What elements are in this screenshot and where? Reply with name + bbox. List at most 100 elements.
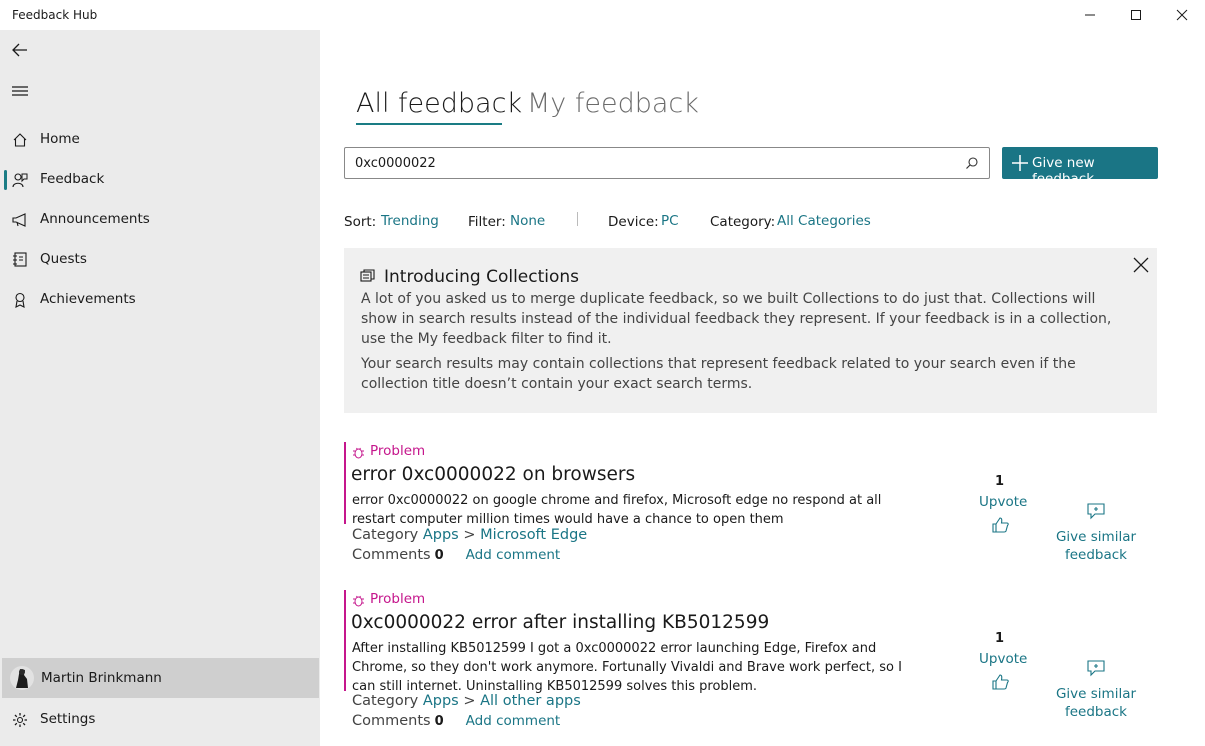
feedback-item[interactable]: Problem error 0xc0000022 on browsers err…	[344, 442, 1164, 570]
minimize-button[interactable]	[1067, 0, 1113, 30]
breadcrumb-separator: >	[463, 693, 476, 709]
user-name: Martin Brinkmann	[41, 670, 162, 686]
sidebar-item-quests[interactable]: Quests	[0, 242, 320, 278]
close-button[interactable]	[1159, 0, 1205, 30]
problem-indicator	[344, 590, 346, 691]
category-label: Category	[352, 527, 419, 543]
sidebar-item-label: Feedback	[40, 171, 105, 187]
feedback-title[interactable]: error 0xc0000022 on browsers	[351, 464, 635, 485]
feedback-title[interactable]: 0xc0000022 error after installing KB5012…	[351, 612, 769, 633]
search-input[interactable]: 0xc0000022	[344, 147, 990, 179]
collections-banner: Introducing Collections A lot of you ask…	[344, 248, 1157, 413]
sidebar-item-settings[interactable]: Settings	[0, 702, 320, 738]
ribbon-icon	[15, 292, 25, 308]
category-label: Category	[352, 693, 419, 709]
title-bar: Feedback Hub	[0, 0, 1205, 30]
filter-label: Filter:	[468, 214, 506, 230]
sidebar-item-announcements[interactable]: Announcements	[0, 202, 320, 238]
problem-indicator	[344, 442, 346, 524]
sidebar-item-home[interactable]: Home	[0, 122, 320, 158]
sidebar-item-label: Quests	[40, 251, 87, 267]
close-icon	[1176, 9, 1188, 21]
sidebar-user-account[interactable]: Martin Brinkmann	[2, 658, 319, 698]
sidebar-item-achievements[interactable]: Achievements	[0, 282, 320, 318]
search-icon[interactable]	[965, 156, 979, 170]
banner-text: Your search results may contain collecti…	[361, 356, 1076, 392]
category-label: Category:	[710, 214, 776, 230]
active-tab-indicator	[356, 123, 502, 125]
menu-button[interactable]	[6, 77, 34, 105]
collections-icon	[360, 269, 375, 282]
maximize-button[interactable]	[1113, 0, 1159, 30]
banner-text: A lot of you asked us to merge duplicate…	[361, 291, 1112, 347]
plus-icon	[1012, 155, 1028, 171]
tab-my-feedback[interactable]: My feedback	[527, 88, 699, 119]
upvote-button[interactable]: Upvote	[979, 494, 1027, 510]
bug-icon	[353, 447, 364, 459]
gear-icon	[13, 713, 27, 727]
filter-dropdown[interactable]: None	[510, 213, 545, 229]
selection-indicator	[4, 170, 7, 190]
back-arrow-icon	[12, 43, 27, 57]
comments-count: 0	[434, 548, 444, 563]
feedback-category: Category Apps > Microsoft Edge	[352, 527, 587, 543]
close-icon[interactable]	[1132, 256, 1150, 274]
maximize-icon	[1131, 10, 1141, 20]
feedback-comments: Comments 0 Add comment	[352, 713, 560, 729]
comments-label: Comments	[352, 547, 431, 563]
sidebar-item-label: Announcements	[40, 211, 150, 227]
sidebar-item-label: Achievements	[40, 291, 136, 307]
sidebar-item-label: Home	[40, 131, 80, 147]
feedback-icon	[12, 173, 28, 188]
upvote-count: 1	[995, 631, 1005, 646]
give-similar-feedback-button[interactable]: Give similar feedback	[1051, 685, 1141, 721]
home-icon	[13, 133, 27, 147]
subcategory-link[interactable]: All other apps	[480, 693, 581, 709]
device-dropdown[interactable]: PC	[661, 213, 679, 229]
chat-bubble-icon[interactable]	[1087, 502, 1105, 520]
upvote-count: 1	[995, 474, 1005, 489]
megaphone-icon	[12, 213, 26, 227]
breadcrumb-separator: >	[463, 527, 476, 543]
bug-icon	[353, 595, 364, 607]
thumbs-up-icon[interactable]	[992, 673, 1010, 691]
category-link[interactable]: Apps	[423, 693, 459, 709]
category-link[interactable]: Apps	[423, 527, 459, 543]
sort-dropdown[interactable]: Trending	[381, 213, 439, 229]
subcategory-link[interactable]: Microsoft Edge	[480, 527, 587, 543]
sidebar-item-feedback[interactable]: Feedback	[0, 162, 320, 198]
window-title: Feedback Hub	[12, 8, 98, 22]
sidebar-item-label: Settings	[40, 711, 96, 727]
feedback-item[interactable]: Problem 0xc0000022 error after installin…	[344, 590, 1164, 740]
upvote-button[interactable]: Upvote	[979, 651, 1027, 667]
thumbs-up-icon[interactable]	[992, 516, 1010, 534]
chat-bubble-icon[interactable]	[1087, 659, 1105, 677]
comments-count: 0	[434, 714, 444, 729]
feedback-category: Category Apps > All other apps	[352, 693, 581, 709]
feedback-type: Problem	[370, 591, 426, 607]
add-comment-link[interactable]: Add comment	[466, 547, 561, 563]
hamburger-icon	[12, 86, 28, 96]
sort-label: Sort:	[344, 214, 377, 230]
give-new-feedback-button[interactable]: Give new feedback	[1002, 147, 1158, 187]
tab-all-feedback[interactable]: All feedback	[356, 88, 522, 119]
minimize-icon	[1085, 14, 1095, 16]
feedback-description: error 0xc0000022 on google chrome and fi…	[352, 493, 882, 527]
back-button[interactable]	[6, 36, 34, 64]
avatar	[10, 666, 34, 690]
banner-title: Introducing Collections	[384, 267, 580, 287]
main-content: All feedback My feedback 0xc0000022 Give…	[320, 30, 1205, 746]
quests-icon	[13, 252, 27, 267]
category-dropdown[interactable]: All Categories	[777, 213, 871, 229]
comments-label: Comments	[352, 713, 431, 729]
device-label: Device:	[608, 214, 659, 230]
filter-divider	[577, 212, 578, 226]
search-value: 0xc0000022	[355, 156, 436, 171]
give-similar-feedback-button[interactable]: Give similar feedback	[1051, 528, 1141, 564]
feedback-comments: Comments 0 Add comment	[352, 547, 560, 563]
feedback-description: After installing KB5012599 I got a 0xc00…	[352, 641, 902, 694]
add-comment-link[interactable]: Add comment	[466, 713, 561, 729]
give-new-feedback-label: Give new feedback	[1032, 155, 1095, 187]
feedback-type: Problem	[370, 443, 426, 459]
sidebar: Home Feedback Announcements Quests Achie…	[0, 30, 320, 746]
